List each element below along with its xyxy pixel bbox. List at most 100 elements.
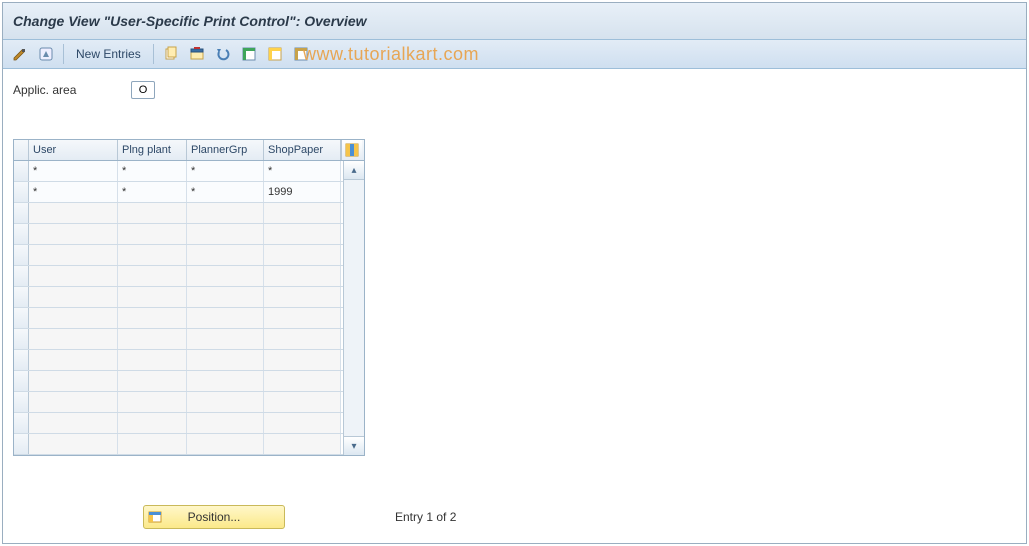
row-selector[interactable] xyxy=(14,308,29,328)
row-selector[interactable] xyxy=(14,371,29,391)
table-row xyxy=(14,329,343,350)
row-selector[interactable] xyxy=(14,266,29,286)
scroll-up-icon[interactable]: ▴ xyxy=(344,161,364,180)
cell-planner-grp[interactable] xyxy=(187,434,264,454)
cell-shop-paper[interactable] xyxy=(264,287,341,307)
toggle-display-change-icon[interactable] xyxy=(9,43,31,65)
cell-user[interactable]: * xyxy=(29,161,118,181)
row-selector[interactable] xyxy=(14,245,29,265)
cell-planner-grp[interactable]: * xyxy=(187,182,264,202)
copy-icon[interactable] xyxy=(160,43,182,65)
select-all-icon[interactable] xyxy=(238,43,260,65)
row-selector[interactable] xyxy=(14,392,29,412)
cell-shop-paper[interactable] xyxy=(264,266,341,286)
scroll-down-icon[interactable]: ▾ xyxy=(344,436,364,455)
cell-plng-plant[interactable]: * xyxy=(118,182,187,202)
cell-shop-paper[interactable] xyxy=(264,392,341,412)
cell-plng-plant[interactable] xyxy=(118,434,187,454)
row-selector[interactable] xyxy=(14,287,29,307)
cell-user[interactable] xyxy=(29,434,118,454)
cell-plng-plant[interactable] xyxy=(118,203,187,223)
cell-planner-grp[interactable] xyxy=(187,224,264,244)
cell-plng-plant[interactable] xyxy=(118,350,187,370)
cell-plng-plant[interactable] xyxy=(118,413,187,433)
cell-shop-paper[interactable] xyxy=(264,413,341,433)
cell-shop-paper[interactable] xyxy=(264,308,341,328)
row-selector[interactable] xyxy=(14,224,29,244)
cell-planner-grp[interactable] xyxy=(187,329,264,349)
cell-planner-grp[interactable] xyxy=(187,308,264,328)
cell-user[interactable] xyxy=(29,350,118,370)
row-selector[interactable] xyxy=(14,203,29,223)
configure-columns-icon[interactable] xyxy=(341,140,362,160)
row-selector[interactable] xyxy=(14,182,29,202)
cell-shop-paper[interactable]: * xyxy=(264,161,341,181)
cell-plng-plant[interactable] xyxy=(118,308,187,328)
col-shop-paper[interactable]: ShopPaper xyxy=(264,140,341,160)
cell-shop-paper[interactable] xyxy=(264,224,341,244)
cell-plng-plant[interactable] xyxy=(118,266,187,286)
delete-icon[interactable] xyxy=(186,43,208,65)
cell-plng-plant[interactable] xyxy=(118,224,187,244)
row-selector[interactable] xyxy=(14,329,29,349)
cell-plng-plant[interactable] xyxy=(118,371,187,391)
cell-user[interactable] xyxy=(29,224,118,244)
cell-user[interactable]: * xyxy=(29,182,118,202)
other-view-icon[interactable] xyxy=(35,43,57,65)
undo-icon[interactable] xyxy=(212,43,234,65)
select-all-header[interactable] xyxy=(14,140,29,160)
cell-plng-plant[interactable]: * xyxy=(118,161,187,181)
cell-plng-plant[interactable] xyxy=(118,287,187,307)
deselect-all-icon[interactable] xyxy=(290,43,312,65)
table-row xyxy=(14,266,343,287)
cell-shop-paper[interactable] xyxy=(264,434,341,454)
applic-area-row: Applic. area xyxy=(13,81,1016,99)
cell-planner-grp[interactable] xyxy=(187,203,264,223)
cell-user[interactable] xyxy=(29,329,118,349)
select-block-icon[interactable] xyxy=(264,43,286,65)
cell-shop-paper[interactable] xyxy=(264,245,341,265)
cell-shop-paper[interactable] xyxy=(264,371,341,391)
cell-planner-grp[interactable] xyxy=(187,413,264,433)
position-button[interactable]: Position... xyxy=(143,505,285,529)
cell-plng-plant[interactable] xyxy=(118,245,187,265)
cell-plng-plant[interactable] xyxy=(118,329,187,349)
cell-user[interactable] xyxy=(29,266,118,286)
cell-planner-grp[interactable] xyxy=(187,371,264,391)
cell-planner-grp[interactable]: * xyxy=(187,161,264,181)
cell-user[interactable] xyxy=(29,245,118,265)
table-row: ***1999 xyxy=(14,182,343,203)
row-selector[interactable] xyxy=(14,350,29,370)
col-user[interactable]: User xyxy=(29,140,118,160)
applic-area-input[interactable] xyxy=(131,81,155,99)
cell-planner-grp[interactable] xyxy=(187,287,264,307)
cell-user[interactable] xyxy=(29,392,118,412)
cell-user[interactable] xyxy=(29,287,118,307)
col-planner-grp[interactable]: PlannerGrp xyxy=(187,140,264,160)
row-selector[interactable] xyxy=(14,161,29,181)
page-title: Change View "User-Specific Print Control… xyxy=(13,13,367,29)
table-row xyxy=(14,245,343,266)
cell-planner-grp[interactable] xyxy=(187,350,264,370)
row-selector[interactable] xyxy=(14,413,29,433)
table-row xyxy=(14,203,343,224)
cell-plng-plant[interactable] xyxy=(118,392,187,412)
cell-shop-paper[interactable] xyxy=(264,203,341,223)
cell-shop-paper[interactable]: 1999 xyxy=(264,182,341,202)
row-selector[interactable] xyxy=(14,434,29,454)
toolbar: New Entries www.tutorialkart.com xyxy=(3,40,1026,69)
col-plng-plant[interactable]: Plng plant xyxy=(118,140,187,160)
cell-user[interactable] xyxy=(29,413,118,433)
table-scrollbar[interactable]: ▴ ▾ xyxy=(343,161,364,455)
cell-planner-grp[interactable] xyxy=(187,266,264,286)
cell-user[interactable] xyxy=(29,308,118,328)
cell-user[interactable] xyxy=(29,203,118,223)
cell-shop-paper[interactable] xyxy=(264,350,341,370)
table-row xyxy=(14,413,343,434)
cell-planner-grp[interactable] xyxy=(187,392,264,412)
cell-user[interactable] xyxy=(29,371,118,391)
cell-shop-paper[interactable] xyxy=(264,329,341,349)
cell-planner-grp[interactable] xyxy=(187,245,264,265)
new-entries-button[interactable]: New Entries xyxy=(70,45,147,63)
watermark: www.tutorialkart.com xyxy=(303,44,479,65)
